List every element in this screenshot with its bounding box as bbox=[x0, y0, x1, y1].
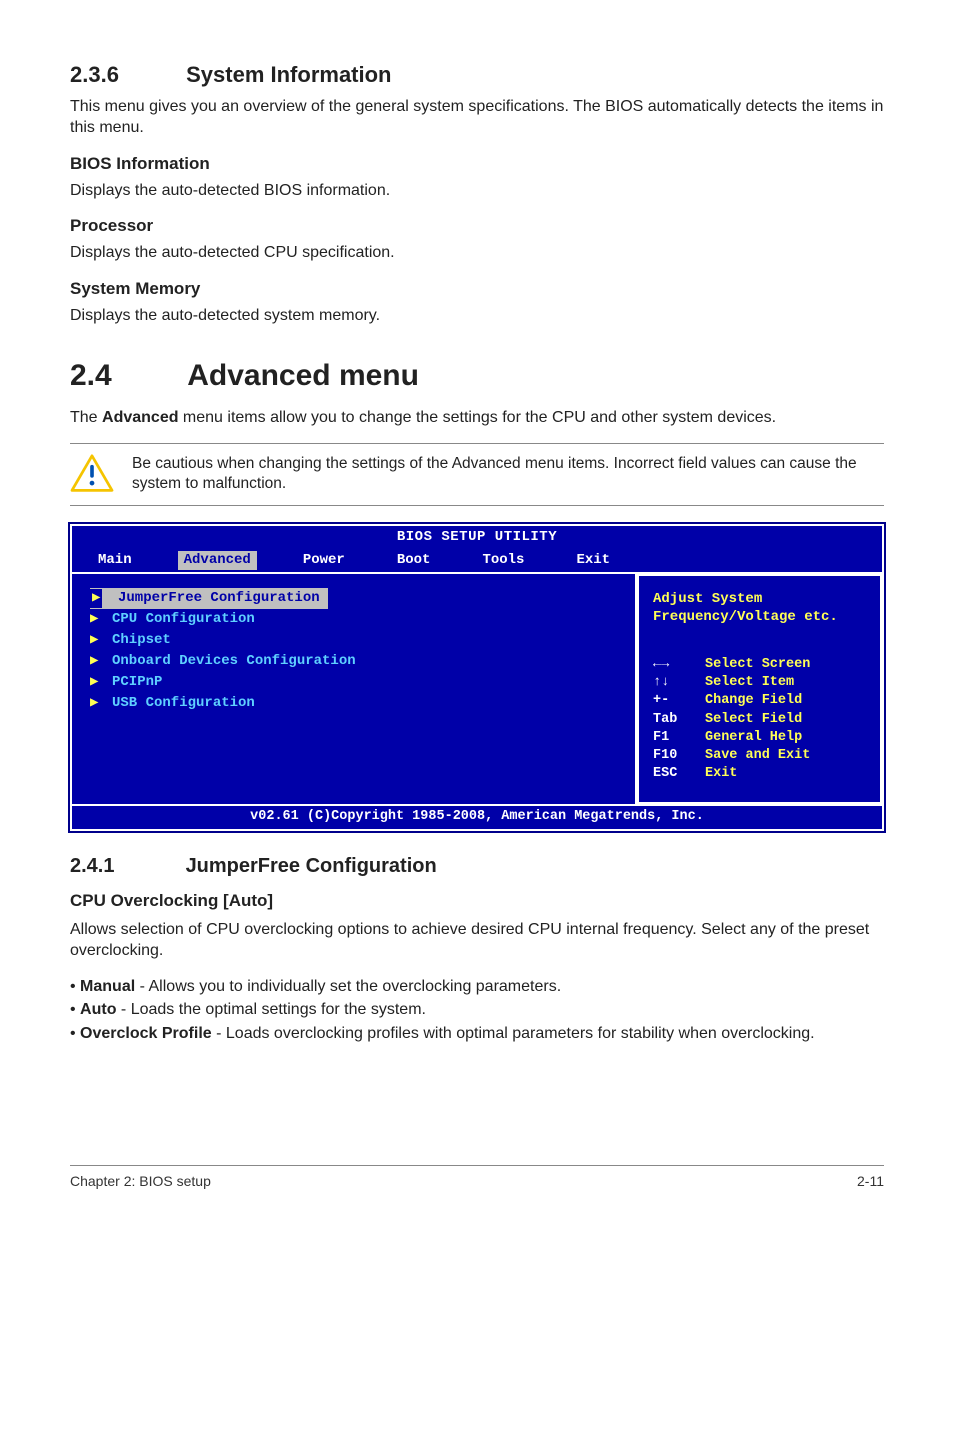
bios-tab-tools[interactable]: Tools bbox=[476, 551, 530, 570]
key-desc: Select Field bbox=[705, 711, 802, 729]
key-row: Tab Select Field bbox=[653, 711, 866, 729]
intro-pre: The bbox=[70, 409, 102, 426]
txt-bios-info: Displays the auto-detected BIOS informat… bbox=[70, 180, 884, 202]
key-symbol: ←→ bbox=[653, 656, 695, 674]
caution-text: Be cautious when changing the settings o… bbox=[132, 454, 884, 496]
submenu-arrow-icon: ▶ bbox=[90, 589, 102, 608]
bios-item-jumperfree[interactable]: ▶ JumperFree Configuration bbox=[90, 588, 328, 609]
intro-bold: Advanced bbox=[102, 409, 178, 426]
opt-name: Overclock Profile bbox=[80, 1025, 212, 1042]
bios-item-label: JumperFree Configuration bbox=[118, 589, 320, 608]
bios-key-legend: ←→ Select Screen ↑↓ Select Item +- Change F… bbox=[653, 656, 866, 784]
opt-desc: - Loads overclocking profiles with optim… bbox=[212, 1025, 815, 1042]
intro-post: menu items allow you to change the setti… bbox=[178, 409, 776, 426]
opt-desc: - Allows you to individually set the ove… bbox=[135, 978, 561, 995]
key-row: ↑↓ Select Item bbox=[653, 674, 866, 692]
txt-processor: Displays the auto-detected CPU specifica… bbox=[70, 242, 884, 264]
key-symbol: ↑↓ bbox=[653, 674, 695, 692]
heading-236: 2.3.6 System Information bbox=[70, 60, 884, 90]
bios-footer: v02.61 (C)Copyright 1985-2008, American … bbox=[72, 804, 882, 829]
bios-item-usb[interactable]: ▶ USB Configuration bbox=[90, 693, 617, 714]
caution-icon bbox=[70, 454, 114, 494]
opt-manual: • Manual - Allows you to individually se… bbox=[70, 976, 884, 998]
heading-text: Advanced menu bbox=[187, 359, 419, 392]
bios-left-pane: ▶ JumperFree Configuration ▶ CPU Configura… bbox=[72, 574, 637, 803]
bios-tab-advanced[interactable]: Advanced bbox=[178, 551, 257, 570]
bios-body: ▶ JumperFree Configuration ▶ CPU Configura… bbox=[72, 572, 882, 803]
caution-note: Be cautious when changing the settings o… bbox=[70, 443, 884, 507]
opt-overclock-profile: • Overclock Profile - Loads overclocking… bbox=[70, 1023, 884, 1045]
bios-tab-exit[interactable]: Exit bbox=[570, 551, 616, 570]
bios-item-pcipnp[interactable]: ▶ PCIPnP bbox=[90, 672, 617, 693]
key-symbol: Tab bbox=[653, 711, 695, 729]
bios-item-cpu[interactable]: ▶ CPU Configuration bbox=[90, 609, 617, 630]
bios-menubar: Main Advanced Power Boot Tools Exit bbox=[72, 549, 882, 572]
bios-item-onboard[interactable]: ▶ Onboard Devices Configuration bbox=[90, 651, 617, 672]
bios-right-pane: Adjust System Frequency/Voltage etc. ←→ S… bbox=[637, 574, 882, 803]
key-symbol: +- bbox=[653, 692, 695, 710]
bios-screenshot: BIOS SETUP UTILITY Main Advanced Power B… bbox=[70, 524, 884, 830]
bios-title: BIOS SETUP UTILITY bbox=[72, 526, 882, 549]
key-symbol: F10 bbox=[653, 747, 695, 765]
bios-item-chipset[interactable]: ▶ Chipset bbox=[90, 630, 617, 651]
opt-name: Auto bbox=[80, 1001, 116, 1018]
heading-num: 2.4.1 bbox=[70, 853, 180, 880]
bios-item-label: PCIPnP bbox=[112, 673, 162, 692]
key-row: ESC Exit bbox=[653, 765, 866, 783]
bios-tab-main[interactable]: Main bbox=[92, 551, 138, 570]
opt-auto: • Auto - Loads the optimal settings for … bbox=[70, 999, 884, 1021]
field-cpu-overclocking: CPU Overclocking [Auto] bbox=[70, 890, 884, 913]
bios-tab-boot[interactable]: Boot bbox=[391, 551, 437, 570]
intro-24: The Advanced menu items allow you to cha… bbox=[70, 407, 884, 429]
footer-left: Chapter 2: BIOS setup bbox=[70, 1172, 211, 1191]
heading-num: 2.4 bbox=[70, 356, 180, 397]
key-desc: Select Screen bbox=[705, 656, 810, 674]
bios-help-text: Adjust System Frequency/Voltage etc. bbox=[653, 590, 866, 626]
bios-tab-power[interactable]: Power bbox=[297, 551, 351, 570]
submenu-arrow-icon: ▶ bbox=[90, 631, 102, 650]
heading-24: 2.4 Advanced menu bbox=[70, 356, 884, 397]
opt-name: Manual bbox=[80, 978, 135, 995]
opt-desc: - Loads the optimal settings for the sys… bbox=[116, 1001, 425, 1018]
bios-item-label: Chipset bbox=[112, 631, 171, 650]
bios-item-label: CPU Configuration bbox=[112, 610, 255, 629]
key-desc: Change Field bbox=[705, 692, 802, 710]
key-row: F10 Save and Exit bbox=[653, 747, 866, 765]
key-desc: General Help bbox=[705, 729, 802, 747]
bios-right-inner: Adjust System Frequency/Voltage etc. ←→ S… bbox=[637, 574, 882, 803]
sub-processor: Processor bbox=[70, 215, 884, 238]
heading-241: 2.4.1 JumperFree Configuration bbox=[70, 853, 884, 880]
heading-text: JumperFree Configuration bbox=[186, 855, 437, 877]
key-row: ←→ Select Screen bbox=[653, 656, 866, 674]
heading-num: 2.3.6 bbox=[70, 60, 180, 90]
page-footer: Chapter 2: BIOS setup 2-11 bbox=[70, 1165, 884, 1191]
submenu-arrow-icon: ▶ bbox=[90, 652, 102, 671]
key-symbol: F1 bbox=[653, 729, 695, 747]
bios-item-label: USB Configuration bbox=[112, 694, 255, 713]
footer-right: 2-11 bbox=[857, 1172, 884, 1191]
field-desc: Allows selection of CPU overclocking opt… bbox=[70, 919, 884, 962]
key-desc: Save and Exit bbox=[705, 747, 810, 765]
option-list: • Manual - Allows you to individually se… bbox=[70, 976, 884, 1045]
heading-text: System Information bbox=[186, 62, 391, 87]
key-symbol: ESC bbox=[653, 765, 695, 783]
txt-memory: Displays the auto-detected system memory… bbox=[70, 305, 884, 327]
sub-bios-info: BIOS Information bbox=[70, 153, 884, 176]
key-row: F1 General Help bbox=[653, 729, 866, 747]
sub-memory: System Memory bbox=[70, 278, 884, 301]
submenu-arrow-icon: ▶ bbox=[90, 694, 102, 713]
key-desc: Exit bbox=[705, 765, 737, 783]
intro-236: This menu gives you an overview of the g… bbox=[70, 96, 884, 139]
bios-item-label: Onboard Devices Configuration bbox=[112, 652, 356, 671]
submenu-arrow-icon: ▶ bbox=[90, 673, 102, 692]
submenu-arrow-icon: ▶ bbox=[90, 610, 102, 629]
key-desc: Select Item bbox=[705, 674, 794, 692]
key-row: +- Change Field bbox=[653, 692, 866, 710]
